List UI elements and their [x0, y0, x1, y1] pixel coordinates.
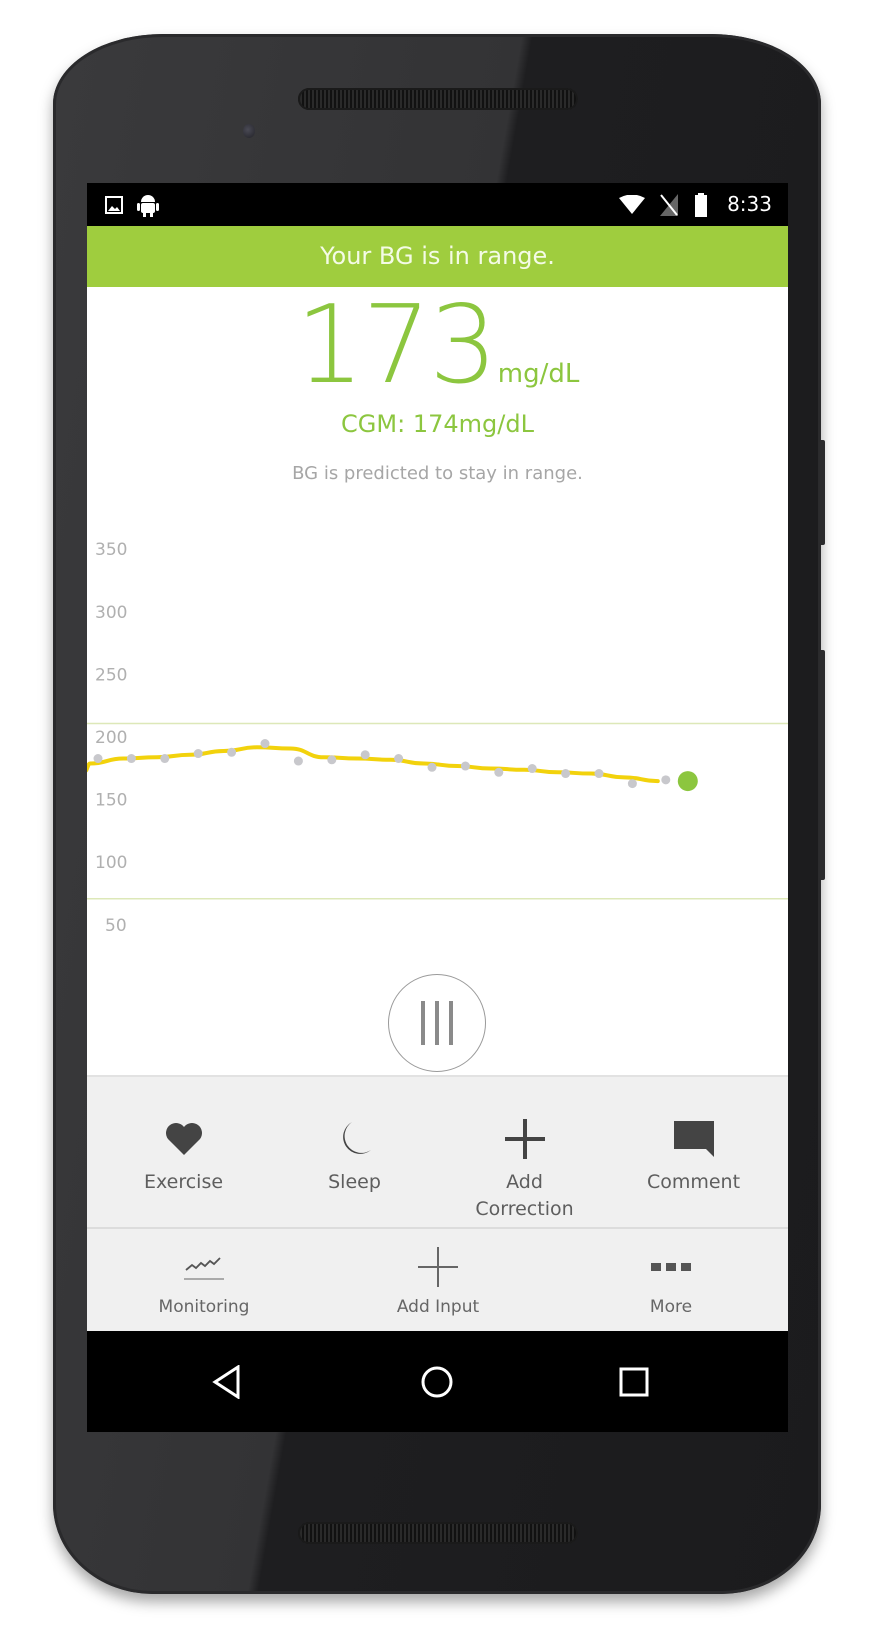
quick-action-add-correction[interactable]: Add Correction — [437, 1077, 612, 1227]
cgm-reading-point — [661, 775, 671, 785]
y-tick-label: 50 — [105, 916, 127, 936]
bottom-navigation: Monitoring Add Input More — [87, 1227, 788, 1331]
quick-action-label: Sleep — [328, 1171, 381, 1193]
quick-action-label: Exercise — [143, 1171, 224, 1193]
nav-tab-monitoring[interactable]: Monitoring — [87, 1229, 321, 1331]
cgm-reading-point — [627, 779, 637, 789]
bg-unit: mg/dL — [497, 359, 580, 389]
cgm-reading-point — [494, 767, 504, 777]
quick-action-exercise[interactable]: Exercise — [96, 1077, 271, 1227]
cgm-reading-point — [293, 756, 303, 766]
cgm-reading-point — [594, 769, 604, 779]
more-dots-icon — [554, 1247, 788, 1287]
cgm-reading-point — [126, 754, 136, 764]
y-tick-label: 250 — [95, 665, 127, 685]
quick-action-sleep[interactable]: Sleep — [267, 1077, 442, 1227]
quick-action-label-line2: Correction — [475, 1198, 574, 1220]
plus-icon — [321, 1247, 555, 1287]
trend-line — [87, 745, 660, 784]
cgm-reading-point — [561, 769, 571, 779]
status-time: 8:33 — [727, 192, 772, 216]
quick-action-label-line1: Add — [506, 1171, 543, 1193]
nav-tab-add-input[interactable]: Add Input — [321, 1229, 555, 1331]
y-tick-label: 200 — [95, 728, 127, 748]
quick-action-label: Add Correction — [437, 1169, 612, 1223]
cgm-reading-point — [460, 761, 470, 771]
y-tick-label: 150 — [95, 791, 127, 811]
bottom-speaker — [298, 1522, 578, 1544]
recents-icon[interactable] — [574, 1331, 694, 1432]
cgm-reading-point — [327, 755, 337, 765]
y-tick-label: 300 — [95, 603, 127, 623]
quick-action-label: Comment — [646, 1171, 741, 1193]
heart-icon — [96, 1119, 271, 1159]
y-tick-label: 350 — [95, 540, 127, 560]
app-screen: 8:33 Your BG is in range. 173mg/dL CGM: … — [87, 183, 788, 1432]
cgm-reading-point — [360, 750, 370, 760]
wifi-icon — [619, 183, 645, 226]
bg-trend-chart[interactable]: 350 300 250 200 150 100 50 — [87, 513, 788, 1013]
quick-action-comment[interactable]: Comment — [606, 1077, 781, 1227]
cgm-reading-point — [93, 754, 103, 764]
no-signal-icon — [660, 183, 678, 226]
cgm-reading-point — [260, 739, 270, 749]
nav-tab-label: Monitoring — [158, 1297, 250, 1317]
nav-tab-more[interactable]: More — [554, 1229, 788, 1331]
comment-icon — [606, 1119, 781, 1159]
home-icon[interactable] — [377, 1331, 497, 1432]
bg-status-banner: Your BG is in range. — [87, 226, 788, 287]
back-icon[interactable] — [167, 1331, 287, 1432]
cgm-reading-point — [427, 762, 437, 772]
nav-tab-label: More — [649, 1297, 693, 1317]
cgm-reading-point — [394, 754, 404, 764]
pause-bar — [435, 1001, 439, 1045]
pause-bar — [449, 1001, 453, 1045]
pause-button[interactable] — [388, 974, 486, 1072]
volume-button — [819, 650, 825, 880]
cgm-reading-point — [527, 764, 537, 774]
bg-value: 173 — [295, 283, 498, 408]
power-button — [819, 440, 825, 545]
battery-icon — [695, 183, 707, 226]
android-notification-icon — [137, 183, 159, 226]
image-notification-icon — [105, 183, 123, 226]
trend-line-icon — [87, 1247, 321, 1287]
pause-bar — [421, 1001, 425, 1045]
current-bg-marker — [677, 771, 698, 792]
prediction-text: BG is predicted to stay in range. — [292, 463, 583, 484]
y-tick-label: 100 — [95, 853, 127, 873]
nav-tab-label: Add Input — [396, 1297, 480, 1317]
cgm-reading: CGM: 174mg/dL — [341, 410, 534, 438]
status-bar: 8:33 — [87, 183, 788, 226]
cgm-reading-point — [160, 754, 170, 764]
bg-reading: 173mg/dL — [87, 291, 788, 401]
cgm-reading-point — [227, 747, 237, 757]
top-speaker — [298, 88, 578, 110]
system-navigation-bar — [87, 1331, 788, 1432]
cgm-reading-point — [193, 749, 203, 759]
plus-icon — [437, 1119, 612, 1159]
front-camera — [243, 124, 255, 138]
moon-icon — [267, 1119, 442, 1159]
quick-actions-panel: Exercise Sleep Add Correction Comment — [87, 1075, 788, 1227]
